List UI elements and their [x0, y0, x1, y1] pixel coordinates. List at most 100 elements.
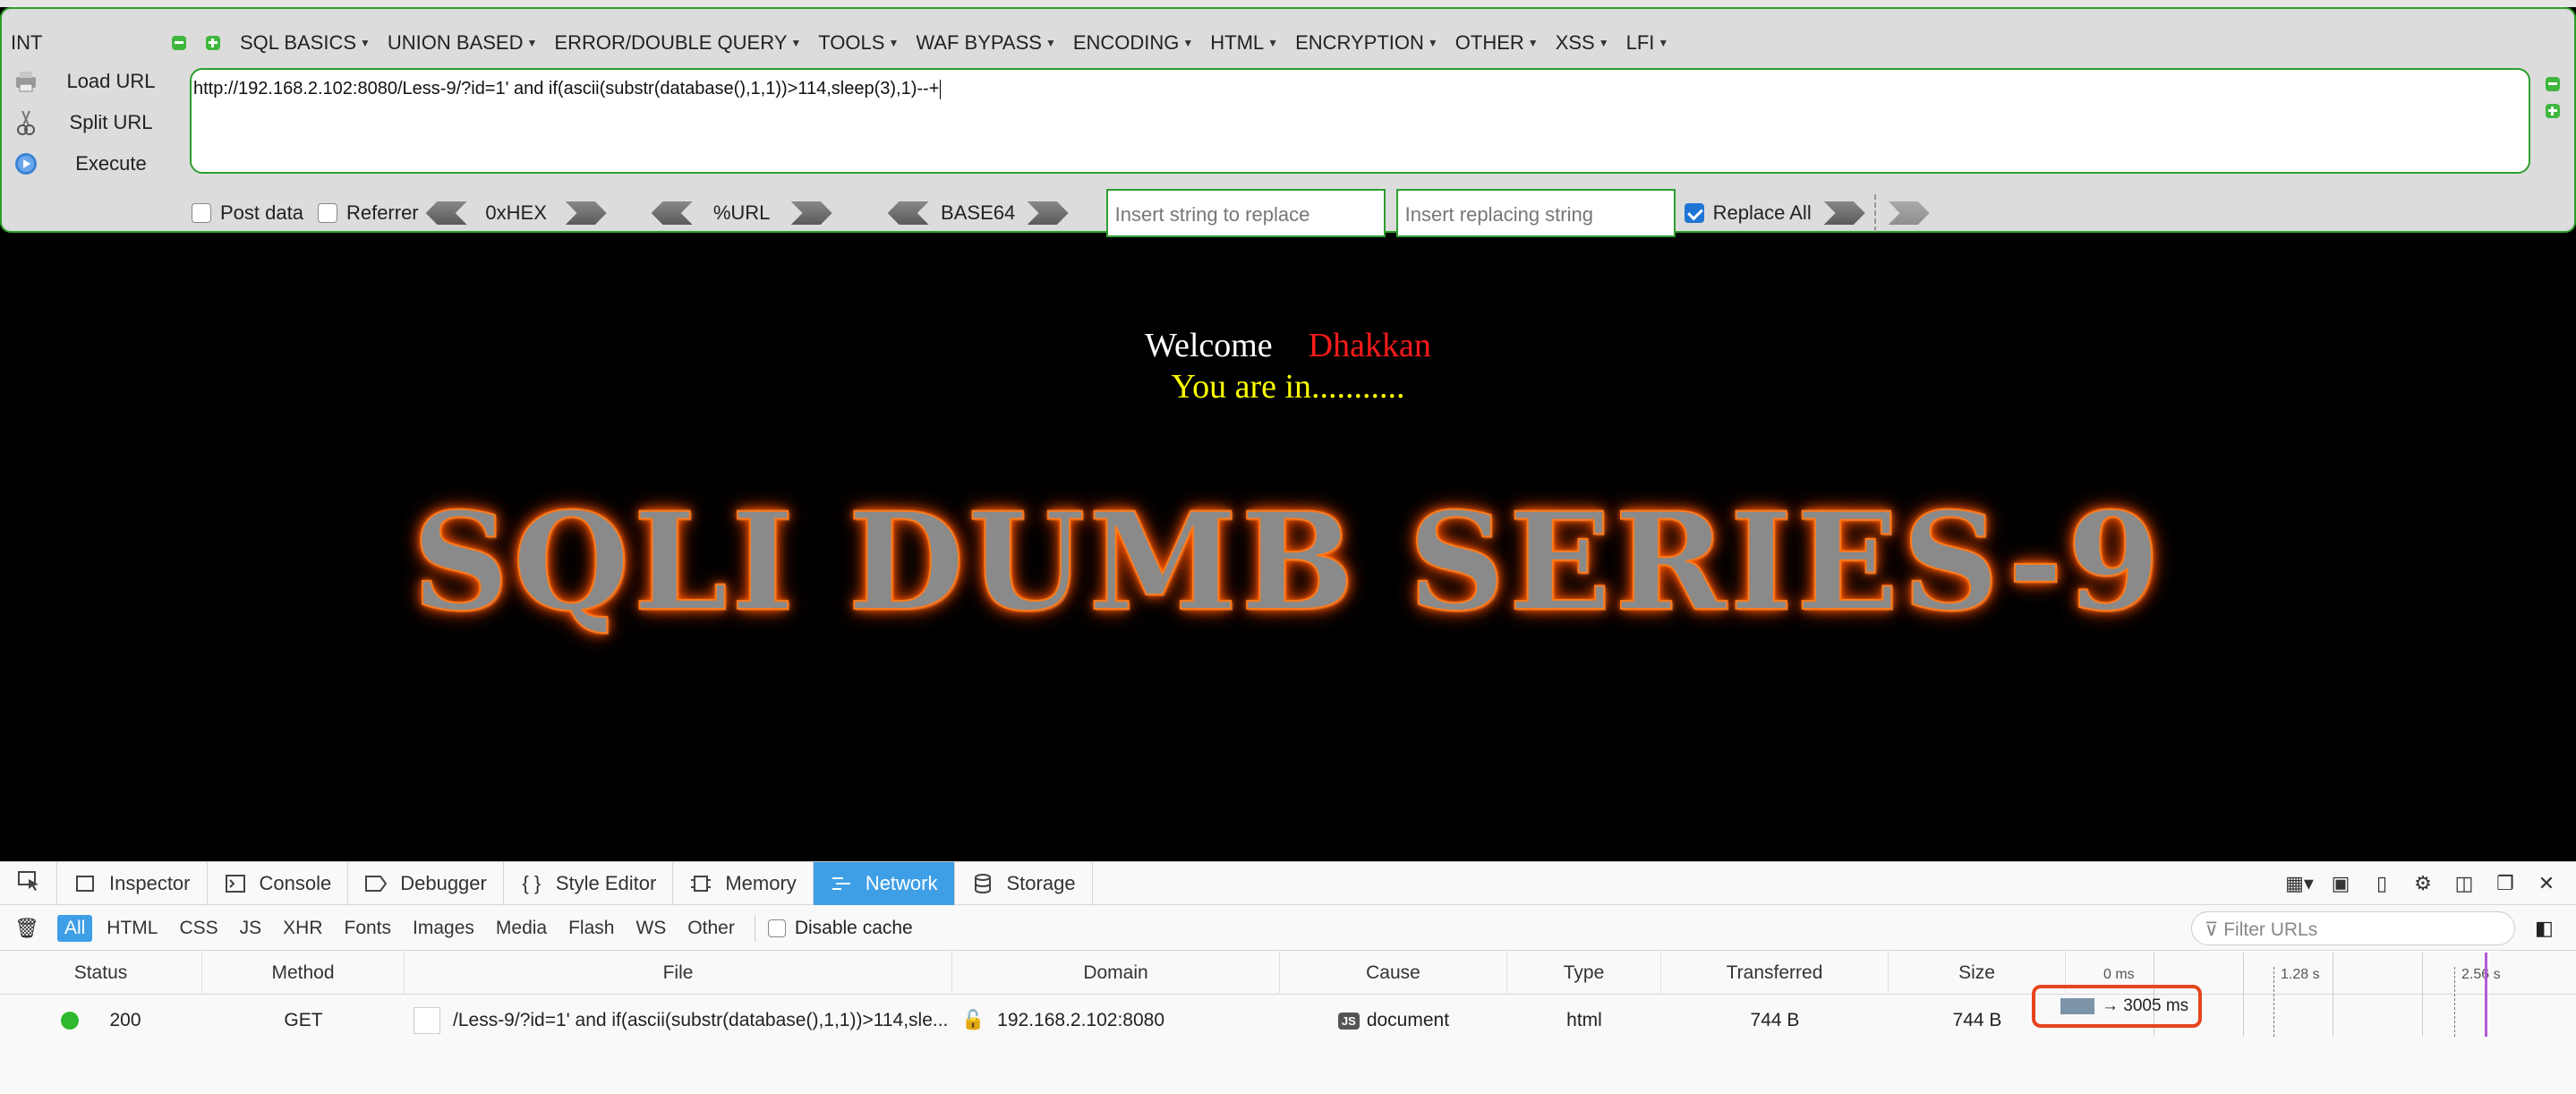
base64-decode-arrow-icon[interactable] [887, 201, 929, 225]
play-icon [13, 150, 39, 177]
tab-debugger[interactable]: Debugger [348, 861, 504, 905]
row-type: html [1566, 1010, 1602, 1030]
filter-other[interactable]: Other [680, 915, 742, 942]
gear-icon[interactable]: ⚙ [2402, 872, 2444, 895]
replacing-placeholder: Insert replacing string [1404, 203, 1593, 226]
dock-layout-icon[interactable]: ▦▾ [2279, 872, 2320, 895]
filter-fonts[interactable]: Fonts [337, 915, 399, 942]
post-data-label: Post data [220, 201, 303, 224]
menu-other[interactable]: OTHER ▼ [1455, 31, 1539, 55]
collapse-icon[interactable] [172, 36, 186, 50]
menu-lfi[interactable]: LFI ▼ [1626, 31, 1669, 55]
referrer-checkbox[interactable] [317, 203, 337, 223]
tab-style-editor[interactable]: { } Style Editor [504, 861, 674, 905]
close-icon[interactable]: ✕ [2526, 872, 2567, 895]
execute-button[interactable]: Execute [13, 149, 156, 179]
header-method[interactable]: Method [202, 951, 405, 995]
js-badge-icon: JS [1337, 1012, 1360, 1030]
menu-label: SQL BASICS [240, 31, 357, 54]
header-domain[interactable]: Domain [952, 951, 1280, 995]
grow-icon[interactable] [2546, 104, 2560, 118]
menu-tools[interactable]: TOOLS ▼ [818, 31, 899, 55]
filter-urls-input[interactable]: ⊽ Filter URLs [2191, 911, 2515, 945]
load-url-button[interactable]: Load URL [13, 66, 156, 97]
header-type[interactable]: Type [1507, 951, 1661, 995]
filter-media[interactable]: Media [489, 915, 554, 942]
menu-encoding[interactable]: ENCODING ▼ [1073, 31, 1193, 55]
replace-all-checkbox[interactable] [1684, 203, 1704, 223]
hex-decode-arrow-icon[interactable] [425, 201, 467, 225]
menu-xss[interactable]: XSS ▼ [1556, 31, 1609, 55]
split-console-icon[interactable]: ▣ [2320, 872, 2361, 895]
post-data-checkbox[interactable] [192, 203, 211, 223]
hackbar-panel: INT SQL BASICS ▼ UNION BASED ▼ ERROR/DOUBL… [0, 7, 2576, 237]
menu-sql-basics[interactable]: SQL BASICS ▼ [240, 31, 371, 55]
menu-encryption[interactable]: ENCRYPTION ▼ [1295, 31, 1438, 55]
row-method: GET [284, 1010, 323, 1030]
disable-cache-checkbox[interactable] [767, 919, 786, 937]
replace-all-label: Replace All [1712, 201, 1812, 224]
filter-xhr[interactable]: XHR [276, 915, 329, 942]
url-decode-arrow-icon[interactable] [651, 201, 693, 225]
split-url-button[interactable]: Split URL [13, 107, 156, 138]
request-timing-highlight[interactable]: → 3005 ms [2032, 985, 2202, 1028]
element-picker-button[interactable] [0, 861, 57, 905]
braces-icon: { } [522, 871, 542, 894]
base64-encode-arrow-icon[interactable] [1027, 201, 1069, 225]
undock-icon[interactable]: ❐ [2485, 872, 2526, 895]
tab-network[interactable]: Network [813, 861, 955, 905]
welcome-text: Welcome [1145, 327, 1273, 364]
cause-text: document [1366, 1010, 1450, 1030]
filter-js[interactable]: JS [233, 915, 269, 942]
referrer-label: Referrer [345, 201, 419, 224]
menu-waf-bypass[interactable]: WAF BYPASS ▼ [916, 31, 1055, 55]
menu-label: OTHER [1454, 31, 1524, 54]
url-textarea[interactable]: http://192.168.2.102:8080/Less-9/?id=1' … [190, 68, 2530, 174]
int-label: INT [11, 31, 43, 54]
replace-string-input[interactable]: Insert string to replace [1105, 189, 1386, 237]
execute-label: Execute [75, 152, 147, 175]
filter-html[interactable]: HTML [99, 915, 165, 942]
tab-inspector[interactable]: Inspector [57, 861, 208, 905]
caret-down-icon: ▼ [526, 37, 538, 49]
header-cause[interactable]: Cause [1280, 951, 1507, 995]
dock-side-icon[interactable]: ◫ [2444, 872, 2485, 895]
filter-images[interactable]: Images [405, 915, 482, 942]
tab-memory[interactable]: Memory [673, 861, 814, 905]
menu-label: UNION BASED [387, 31, 524, 54]
sidebar-toggle-icon[interactable]: ◧ [2535, 917, 2554, 940]
row-transferred: 744 B [1750, 1010, 1800, 1030]
replace-back-arrow-icon[interactable] [1888, 201, 1930, 225]
menu-error-double-query[interactable]: ERROR/DOUBLE QUERY ▼ [554, 31, 801, 55]
filter-ws[interactable]: WS [628, 915, 673, 942]
expand-icon[interactable] [206, 36, 220, 50]
menu-union-based[interactable]: UNION BASED ▼ [388, 31, 537, 55]
shrink-icon[interactable] [2546, 77, 2560, 91]
inspector-icon [73, 872, 97, 895]
responsive-design-icon[interactable]: ▯ [2361, 872, 2402, 895]
url-encode-arrow-icon[interactable] [790, 201, 832, 225]
insecure-lock-icon: 🔓 [961, 1010, 985, 1030]
filter-flash[interactable]: Flash [561, 915, 621, 942]
load-url-icon [13, 68, 39, 95]
replacing-string-input[interactable]: Insert replacing string [1395, 189, 1676, 237]
header-status[interactable]: Status [0, 951, 202, 995]
menu-html[interactable]: HTML ▼ [1210, 31, 1278, 55]
network-filterbar: 🗑 All HTML CSS JS XHR Fonts Images Media… [0, 906, 2576, 951]
replace-arrow-icon[interactable] [1823, 201, 1865, 225]
tab-console[interactable]: Console [208, 861, 349, 905]
row-status: 200 [0, 999, 202, 1042]
replace-placeholder: Insert string to replace [1114, 203, 1310, 226]
hex-encode-arrow-icon[interactable] [565, 201, 607, 225]
filter-placeholder: Filter URLs [2223, 919, 2318, 940]
tab-storage[interactable]: Storage [955, 861, 1093, 905]
header-file[interactable]: File [405, 951, 952, 995]
menu-label: ERROR/DOUBLE QUERY [554, 31, 788, 54]
filter-all[interactable]: All [56, 914, 93, 942]
trash-icon[interactable]: 🗑 [14, 917, 39, 940]
header-transferred[interactable]: Transferred [1661, 951, 1889, 995]
devtools-tabbar: Inspector Console Debugger { } Style Edit… [0, 861, 2576, 905]
menu-label: LFI [1625, 31, 1655, 54]
devtools-toolbar-right: ▦▾ ▣ ▯ ⚙ ◫ ❐ ✕ [2279, 862, 2567, 905]
filter-css[interactable]: CSS [172, 915, 225, 942]
